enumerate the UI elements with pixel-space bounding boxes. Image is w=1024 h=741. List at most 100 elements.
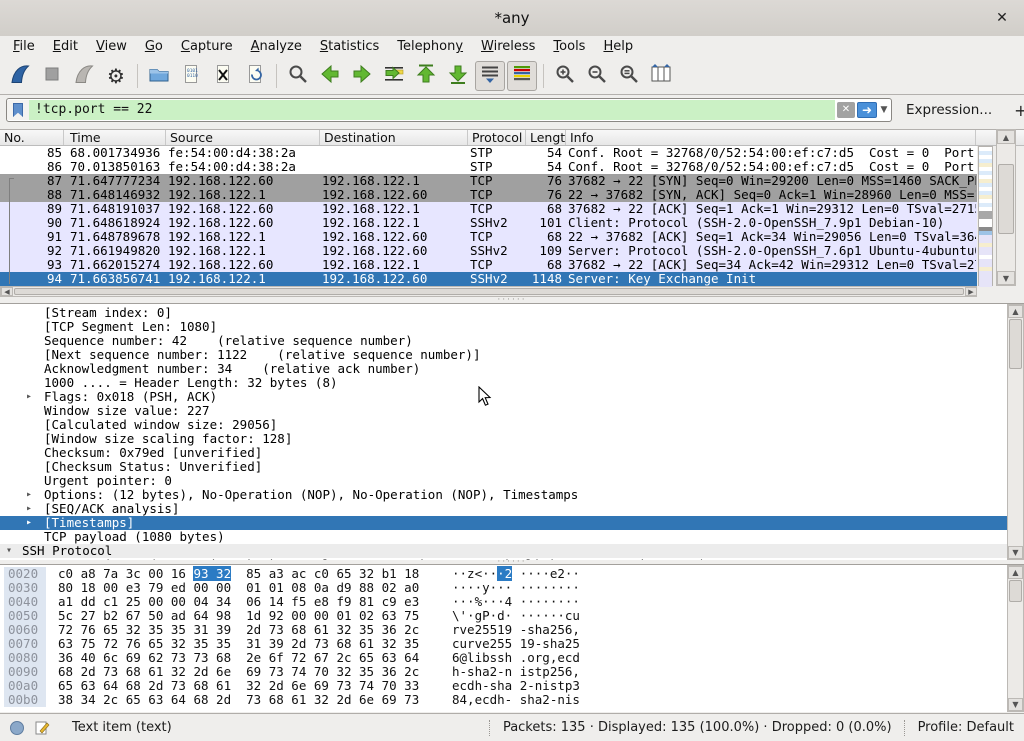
go-bottom-button[interactable] [443,61,473,91]
add-filter-button[interactable]: + [1014,101,1024,120]
hex-bytes[interactable]: 5c 27 b2 67 50 ad 64 98 1d 92 00 00 01 0… [58,609,419,623]
detail-line[interactable]: TCP payload (1080 bytes) [0,530,1007,544]
hex-row[interactable]: 00b038 34 2c 65 63 64 68 2d 73 68 61 32 … [0,693,1007,707]
column-header-protocol[interactable]: Protocol [468,130,526,145]
scroll-thumb[interactable] [1009,580,1022,602]
ascii-selected-bytes[interactable]: ·2 [497,566,512,581]
hex-bytes[interactable]: 65 63 64 68 2d 73 68 61 32 2d 6e 69 73 7… [58,679,419,693]
hex-ascii[interactable]: \'·gP·d· ······cu [452,609,580,623]
hex-ascii[interactable]: rve25519 -sha256, [452,623,580,637]
detail-line[interactable]: ▸[SEQ/ACK analysis] [0,502,1007,516]
hex-row[interactable]: 0020c0 a8 7a 3c 00 16 93 32 85 a3 ac c0 … [0,567,1007,581]
filter-clear-icon[interactable]: ✕ [837,102,855,118]
stop-capture-button[interactable] [37,61,67,91]
go-forward-button[interactable] [347,61,377,91]
detail-line[interactable]: Urgent pointer: 0 [0,474,1007,488]
display-filter-field[interactable]: !tcp.port == 22 ✕ ➜ ▼ [6,98,892,122]
packet-row[interactable]: 8771.647777234192.168.122.60192.168.122.… [0,174,977,188]
scroll-down-icon[interactable]: ▼ [1008,546,1023,559]
scroll-up-icon[interactable]: ▲ [1008,566,1023,579]
hex-ascii[interactable]: ··z<···2 ····e2·· [452,567,580,581]
scroll-thumb[interactable] [998,164,1014,234]
detail-line[interactable]: ▸Options: (12 bytes), No-Operation (NOP)… [0,488,1007,502]
detail-line[interactable]: [Next sequence number: 1122 (relative se… [0,348,1007,362]
column-header-no[interactable]: No. [0,130,64,145]
detail-line[interactable]: ▾SSH Protocol [0,544,1007,558]
zoom-out-button[interactable] [582,61,612,91]
packet-list-minimap[interactable] [978,146,993,286]
detail-line[interactable]: [Checksum Status: Unverified] [0,460,1007,474]
packet-row[interactable]: 8871.648146932192.168.122.1192.168.122.6… [0,188,977,202]
save-file-button[interactable]: 01010110 [176,61,206,91]
column-header-source[interactable]: Source [166,130,320,145]
hex-row[interactable]: 0040a1 dd c1 25 00 00 04 34 06 14 f5 e8 … [0,595,1007,609]
hex-ascii[interactable]: h-sha2-n istp256, [452,665,580,679]
hex-ascii[interactable]: 6@libssh .org,ecd [452,651,580,665]
scroll-thumb[interactable] [1009,319,1022,369]
hex-row[interactable]: 00505c 27 b2 67 50 ad 64 98 1d 92 00 00 … [0,609,1007,623]
scroll-up-icon[interactable]: ▲ [1008,305,1023,318]
details-vscrollbar[interactable]: ▲ ▼ [1007,304,1024,560]
detail-line[interactable]: [Stream index: 0] [0,306,1007,320]
detail-line[interactable]: [Window size scaling factor: 128] [0,432,1007,446]
close-icon[interactable]: ✕ [990,0,1014,36]
expand-icon[interactable]: ▸ [26,502,32,516]
menu-tools[interactable]: Tools [544,36,594,58]
restart-capture-button[interactable] [69,61,99,91]
filter-bookmark-button[interactable] [7,100,29,120]
packet-row[interactable]: 8971.648191037192.168.122.60192.168.122.… [0,202,977,216]
go-back-button[interactable] [315,61,345,91]
hex-bytes[interactable]: 72 76 65 32 35 35 31 39 2d 73 68 61 32 3… [58,623,419,637]
hex-row[interactable]: 007063 75 72 76 65 32 35 35 31 39 2d 73 … [0,637,1007,651]
menu-capture[interactable]: Capture [172,36,242,58]
capture-comment-icon[interactable] [34,720,50,736]
title-bar[interactable]: *any ✕ [0,0,1024,37]
menu-help[interactable]: Help [594,36,642,58]
packet-row[interactable]: 8670.013850163fe:54:00:d4:38:2aSTP54Conf… [0,160,977,174]
hex-bytes[interactable]: c0 a8 7a 3c 00 16 93 32 85 a3 ac c0 65 3… [58,567,419,581]
start-capture-button[interactable] [5,61,35,91]
packet-list-vscrollbar[interactable]: ▲ ▼ [996,129,1016,286]
profile-status[interactable]: Profile: Default [918,720,1014,735]
detail-line[interactable]: [TCP Segment Len: 1080] [0,320,1007,334]
scroll-thumb[interactable] [14,288,964,295]
detail-line[interactable]: Sequence number: 42 (relative sequence n… [0,334,1007,348]
scroll-right-icon[interactable]: ▶ [965,287,977,296]
detail-line[interactable]: ▸Flags: 0x018 (PSH, ACK) [0,390,1007,404]
hex-ascii[interactable]: curve255 19-sha25 [452,637,580,651]
menu-statistics[interactable]: Statistics [311,36,388,58]
detail-line[interactable]: ▸[Timestamps] [0,516,1007,530]
scroll-down-icon[interactable]: ▼ [1008,698,1023,711]
hex-ascii[interactable]: ecdh-sha 2-nistp3 [452,679,580,693]
hex-selected-bytes[interactable]: 93 32 [193,566,231,581]
hex-bytes[interactable]: 38 34 2c 65 63 64 68 2d 73 68 61 32 2d 6… [58,693,419,707]
reload-file-button[interactable] [240,61,270,91]
detail-line[interactable]: [Calculated window size: 29056] [0,418,1007,432]
resize-columns-button[interactable] [646,61,676,91]
hex-ascii[interactable]: ···%···4 ········ [452,595,580,609]
expression-button[interactable]: Expression... [906,102,992,118]
colorize-button[interactable] [507,61,537,91]
menu-analyze[interactable]: Analyze [242,36,311,58]
menu-go[interactable]: Go [136,36,172,58]
bytes-vscrollbar[interactable]: ▲ ▼ [1007,565,1024,712]
column-header-time[interactable]: Time [64,130,166,145]
close-file-button[interactable] [208,61,238,91]
go-top-button[interactable] [411,61,441,91]
detail-line[interactable]: Acknowledgment number: 34 (relative ack … [0,362,1007,376]
menu-telephony[interactable]: Telephony [388,36,472,58]
detail-line[interactable]: 1000 .... = Header Length: 32 bytes (8) [0,376,1007,390]
scroll-up-icon[interactable]: ▲ [997,130,1015,144]
hex-bytes[interactable]: 68 2d 73 68 61 32 2d 6e 69 73 74 70 32 3… [58,665,419,679]
menu-wireless[interactable]: Wireless [472,36,544,58]
find-packet-button[interactable] [283,61,313,91]
scroll-left-icon[interactable]: ◀ [1,287,13,296]
packet-list-hscrollbar[interactable]: ◀ ▶ [0,286,977,297]
column-header-info[interactable]: Info [566,130,976,145]
hex-row[interactable]: 00a065 63 64 68 2d 73 68 61 32 2d 6e 69 … [0,679,1007,693]
hex-bytes[interactable]: 80 18 00 e3 79 ed 00 00 01 01 08 0a d9 8… [58,581,419,595]
hex-row[interactable]: 003080 18 00 e3 79 ed 00 00 01 01 08 0a … [0,581,1007,595]
hex-row[interactable]: 006072 76 65 32 35 35 31 39 2d 73 68 61 … [0,623,1007,637]
open-file-button[interactable] [144,61,174,91]
go-to-packet-button[interactable] [379,61,409,91]
